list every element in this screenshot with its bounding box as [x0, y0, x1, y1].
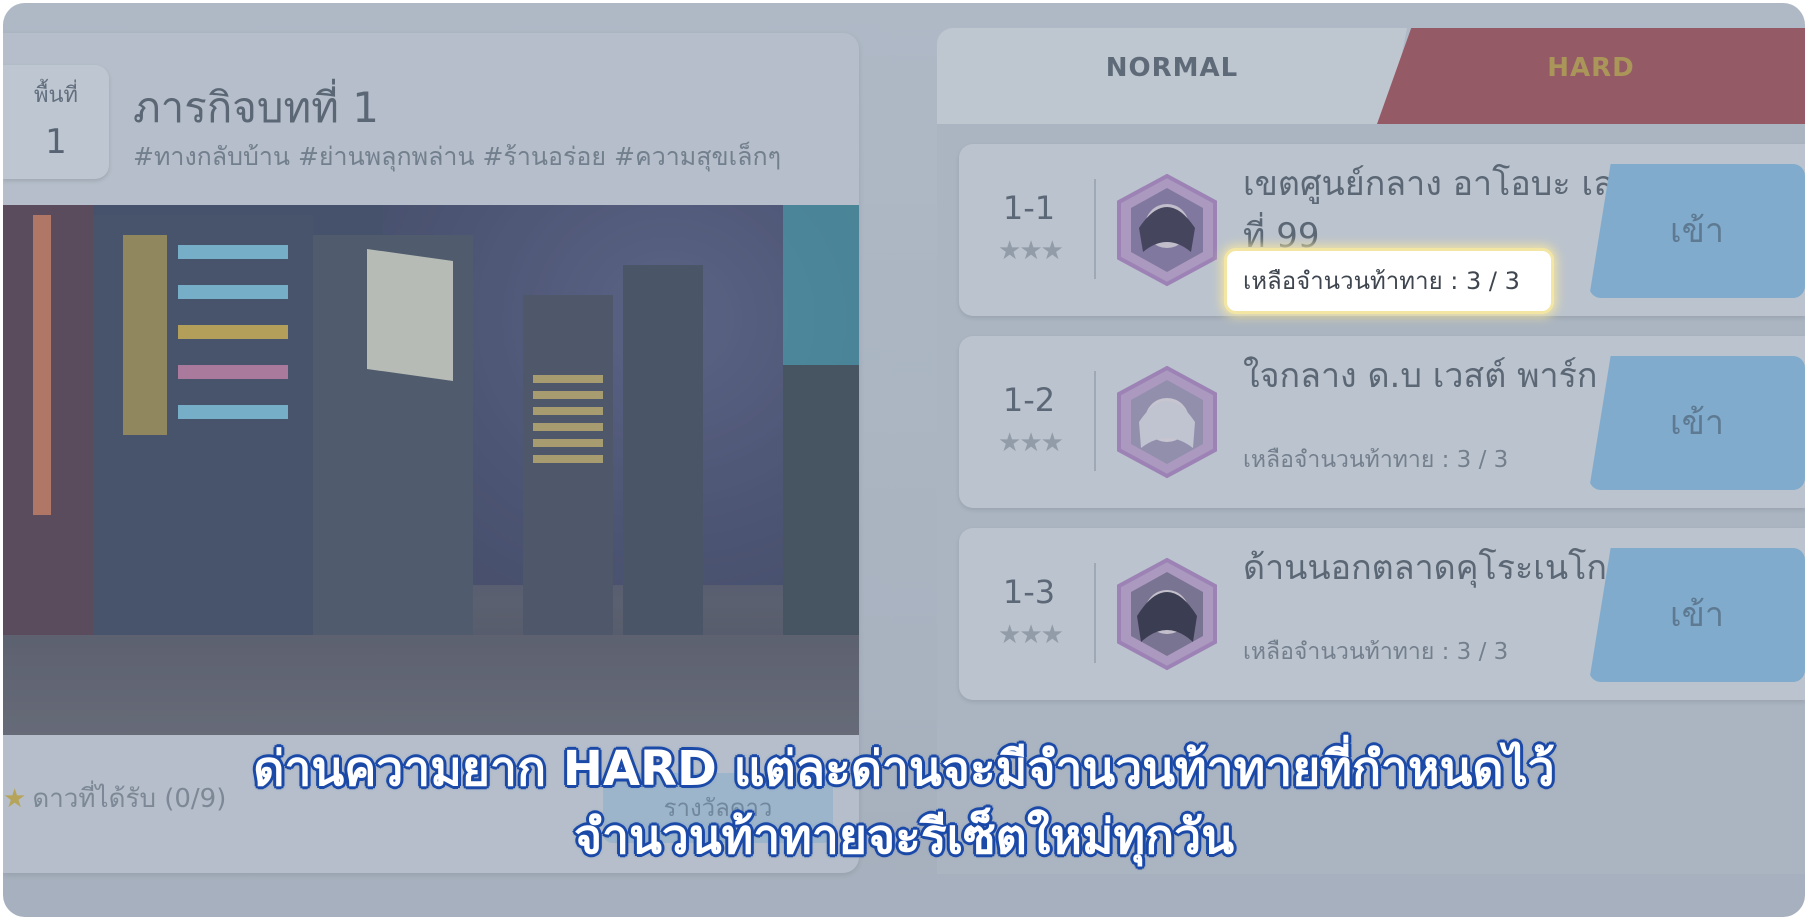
stage-name: ใจกลาง ด.บ เวสต์ พาร์ก: [1243, 356, 1598, 396]
stage-remaining: เหลือจำนวนท้าทาย : 3 / 3: [1243, 447, 1509, 473]
stage-item[interactable]: 1-3 ★★★ ด้านนอกตลาดคุโระเนโกะ เหลือจำนวน…: [959, 528, 1805, 700]
stage-stars-icon: ★★★: [998, 236, 1064, 266]
enter-button[interactable]: เข้า: [1589, 356, 1805, 490]
area-badge: พื้นที่ 1: [3, 65, 109, 179]
chapter-title: ภารกิจบทที่ 1: [133, 83, 379, 132]
character-portrait-icon: [1117, 557, 1217, 671]
stage-number: 1-1: [1002, 189, 1056, 227]
caption-line-2: จำนวนท้าทายจะรีเซ็ตใหม่ทุกวัน: [574, 809, 1234, 865]
caption-line-1: ด่านความยาก HARD แต่ละด่านจะมีจำนวนท้าทา…: [253, 741, 1555, 797]
chapter-tags: #ทางกลับบ้าน #ย่านพลุกพล่าน #ร้านอร่อย #…: [133, 142, 782, 171]
stage-item[interactable]: 1-2 ★★★ ใจกลาง ด.บ เวสต์ พาร์ก เหลือจำนว…: [959, 336, 1805, 508]
stage-name: ด้านนอกตลาดคุโระเนโกะ: [1243, 548, 1626, 588]
stage-remaining: เหลือจำนวนท้าทาย : 3 / 3: [1243, 639, 1509, 665]
tab-normal[interactable]: NORMAL: [937, 28, 1407, 124]
enter-button[interactable]: เข้า: [1589, 164, 1805, 298]
stage-divider: [1094, 563, 1096, 663]
enter-button[interactable]: เข้า: [1589, 548, 1805, 682]
stage-name: เขตศูนย์กลาง อาโอบะ เลขที่ 99: [1243, 164, 1638, 256]
stage-stars-icon: ★★★: [998, 620, 1064, 650]
highlighted-remaining-attempts: เหลือจำนวนท้าทาย : 3 / 3: [1224, 248, 1554, 314]
tab-hard[interactable]: HARD: [1377, 28, 1805, 124]
stage-number: 1-3: [1002, 573, 1056, 611]
stage-divider: [1094, 179, 1096, 279]
character-portrait-icon: [1117, 365, 1217, 479]
area-number: 1: [45, 122, 67, 162]
character-portrait-icon: [1117, 173, 1217, 287]
stage-stars-icon: ★★★: [998, 428, 1064, 458]
stage-divider: [1094, 371, 1096, 471]
chapter-scene-image: [3, 205, 859, 735]
stage-number: 1-2: [1002, 381, 1056, 419]
difficulty-tabs: NORMAL HARD: [937, 28, 1805, 124]
area-label: พื้นที่: [33, 83, 79, 108]
tutorial-caption: ด่านความยาก HARD แต่ละด่านจะมีจำนวนท้าทา…: [0, 735, 1808, 871]
